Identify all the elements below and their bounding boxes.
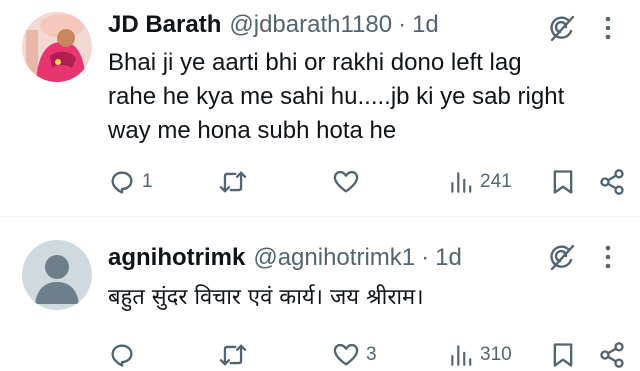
reply-count: 1	[142, 171, 153, 192]
separator: ·	[421, 244, 430, 271]
grok-icon[interactable]	[548, 14, 576, 42]
like-button[interactable]	[332, 168, 366, 196]
more-icon[interactable]	[596, 243, 620, 271]
share-button[interactable]	[598, 168, 626, 196]
avatar[interactable]	[22, 240, 92, 310]
retweet-icon	[219, 344, 247, 366]
tweet[interactable]: agnihotrimk @agnihotrimk1 · 1d बहुत सुंद…	[0, 217, 640, 368]
share-icon	[600, 169, 624, 195]
author-handle[interactable]: @agnihotrimk1	[253, 244, 415, 272]
like-count: 3	[366, 344, 377, 365]
reply-icon	[111, 344, 133, 367]
tweet-text-line: way me hona subh hota he	[108, 117, 397, 144]
heart-icon	[333, 170, 359, 193]
author-handle[interactable]: @jdbarath1180	[229, 11, 392, 39]
more-icon[interactable]	[596, 14, 620, 42]
view-count: 310	[480, 344, 512, 365]
tweet-text: बहुत सुंदर विचार एवं कार्य। जय श्रीराम।	[108, 281, 628, 315]
author-name[interactable]: agnihotrimk	[108, 244, 245, 272]
tweet-text-line: बहुत सुंदर विचार एवं कार्य। जय श्रीराम।	[108, 285, 424, 310]
like-button[interactable]: 3	[332, 341, 377, 369]
share-icon	[600, 342, 624, 368]
views-icon	[451, 172, 472, 193]
view-count: 241	[480, 171, 512, 192]
reply-button[interactable]	[108, 341, 142, 369]
tweet-header: agnihotrimk @agnihotrimk1 · 1d	[108, 241, 462, 275]
tweet-text-line: rahe he kya me sahi hu.....jb ki ye sab …	[108, 83, 565, 110]
bookmark-icon	[553, 170, 573, 194]
grok-icon[interactable]	[548, 243, 576, 271]
retweet-button[interactable]	[218, 168, 254, 196]
views-button[interactable]: 241	[448, 168, 512, 196]
reply-button[interactable]: 1	[108, 168, 153, 196]
bookmark-button[interactable]	[551, 341, 575, 369]
bookmark-button[interactable]	[551, 168, 575, 196]
action-bar: 3 310	[108, 341, 628, 371]
separator: ·	[398, 11, 407, 38]
author-name[interactable]: JD Barath	[108, 11, 221, 39]
avatar[interactable]	[22, 12, 92, 82]
tweet[interactable]: JD Barath @jdbarath1180 · 1d Bhai ji ye …	[0, 0, 640, 216]
bookmark-icon	[553, 343, 573, 367]
retweet-icon	[219, 171, 247, 193]
timestamp[interactable]: 1d	[412, 11, 439, 39]
views-button[interactable]: 310	[448, 341, 512, 369]
action-bar: 1 241	[108, 168, 628, 198]
heart-icon	[333, 343, 359, 366]
tweet-text-line: Bhai ji ye aarti bhi or rakhi dono left …	[108, 49, 522, 76]
share-button[interactable]	[598, 341, 626, 369]
views-icon	[451, 345, 472, 366]
reply-icon	[111, 171, 133, 194]
timestamp[interactable]: 1d	[435, 244, 462, 272]
retweet-button[interactable]	[218, 341, 254, 369]
tweet-text: Bhai ji ye aarti bhi or rakhi dono left …	[108, 46, 628, 148]
tweet-header: JD Barath @jdbarath1180 · 1d	[108, 8, 439, 42]
